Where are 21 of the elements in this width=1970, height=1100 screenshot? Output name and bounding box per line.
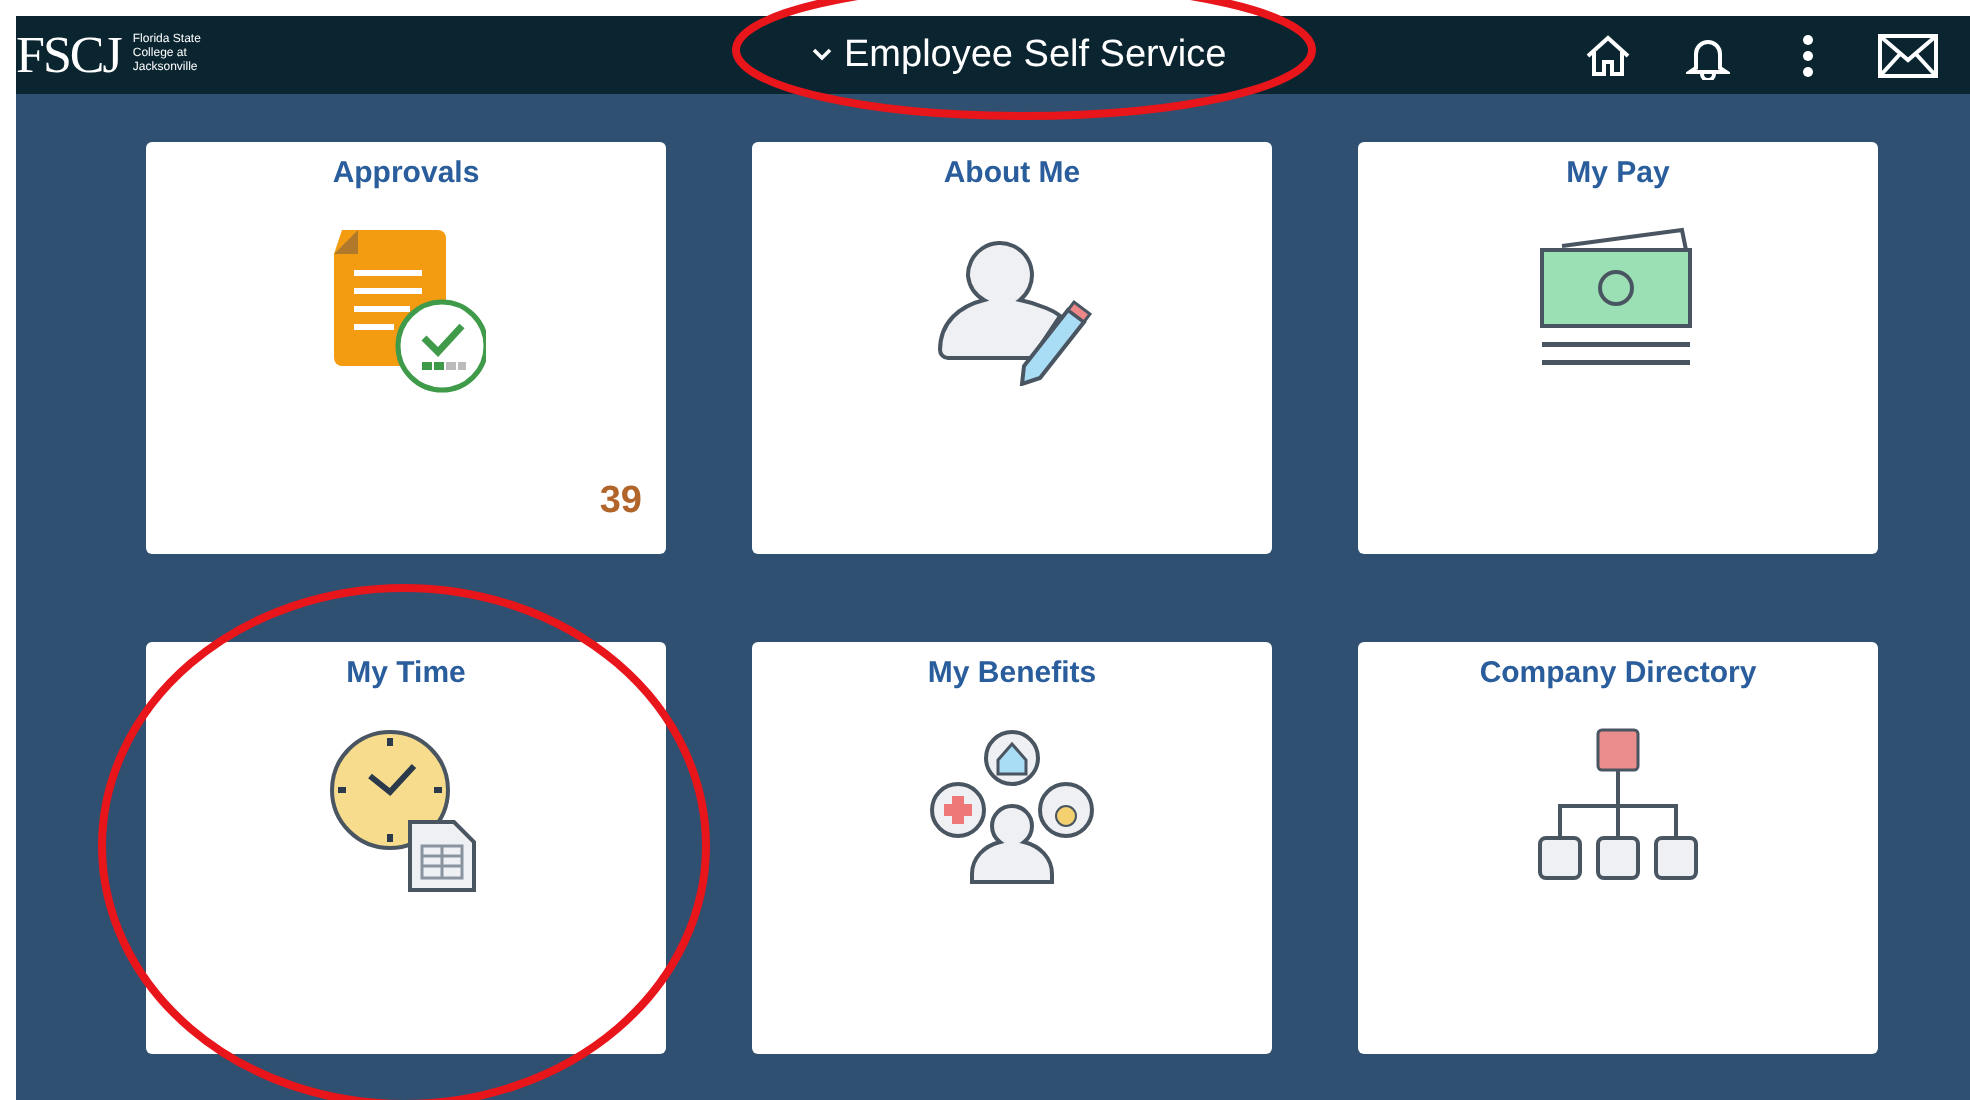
tile-title: My Benefits [927, 656, 1097, 690]
org-chart-icon [1534, 726, 1702, 886]
mail-icon[interactable] [1878, 33, 1938, 77]
logo: FSCJ [16, 25, 121, 85]
tile-title: My Time [346, 656, 466, 690]
tile[interactable]: My Benefits [752, 642, 1272, 1054]
chevron-icon [812, 48, 832, 62]
person-benefits-icon [928, 726, 1096, 886]
tile-title: About Me [943, 156, 1081, 190]
page-title-menu[interactable]: Employee Self Service [812, 33, 1227, 77]
tile[interactable]: Company Directory [1358, 642, 1878, 1054]
tile[interactable]: About Me [752, 142, 1272, 554]
more-icon[interactable] [1802, 33, 1814, 77]
tile-title: Approvals [332, 156, 480, 190]
count-label: 39 [599, 480, 642, 524]
tile[interactable]: My Pay [1358, 142, 1878, 554]
home-icon[interactable] [1584, 33, 1632, 77]
tile[interactable]: My Time [146, 642, 666, 1054]
tile-title: Company Directory [1479, 656, 1757, 690]
tile[interactable]: Approvals 39 [146, 142, 666, 554]
tile-title: My Pay [1566, 156, 1670, 190]
